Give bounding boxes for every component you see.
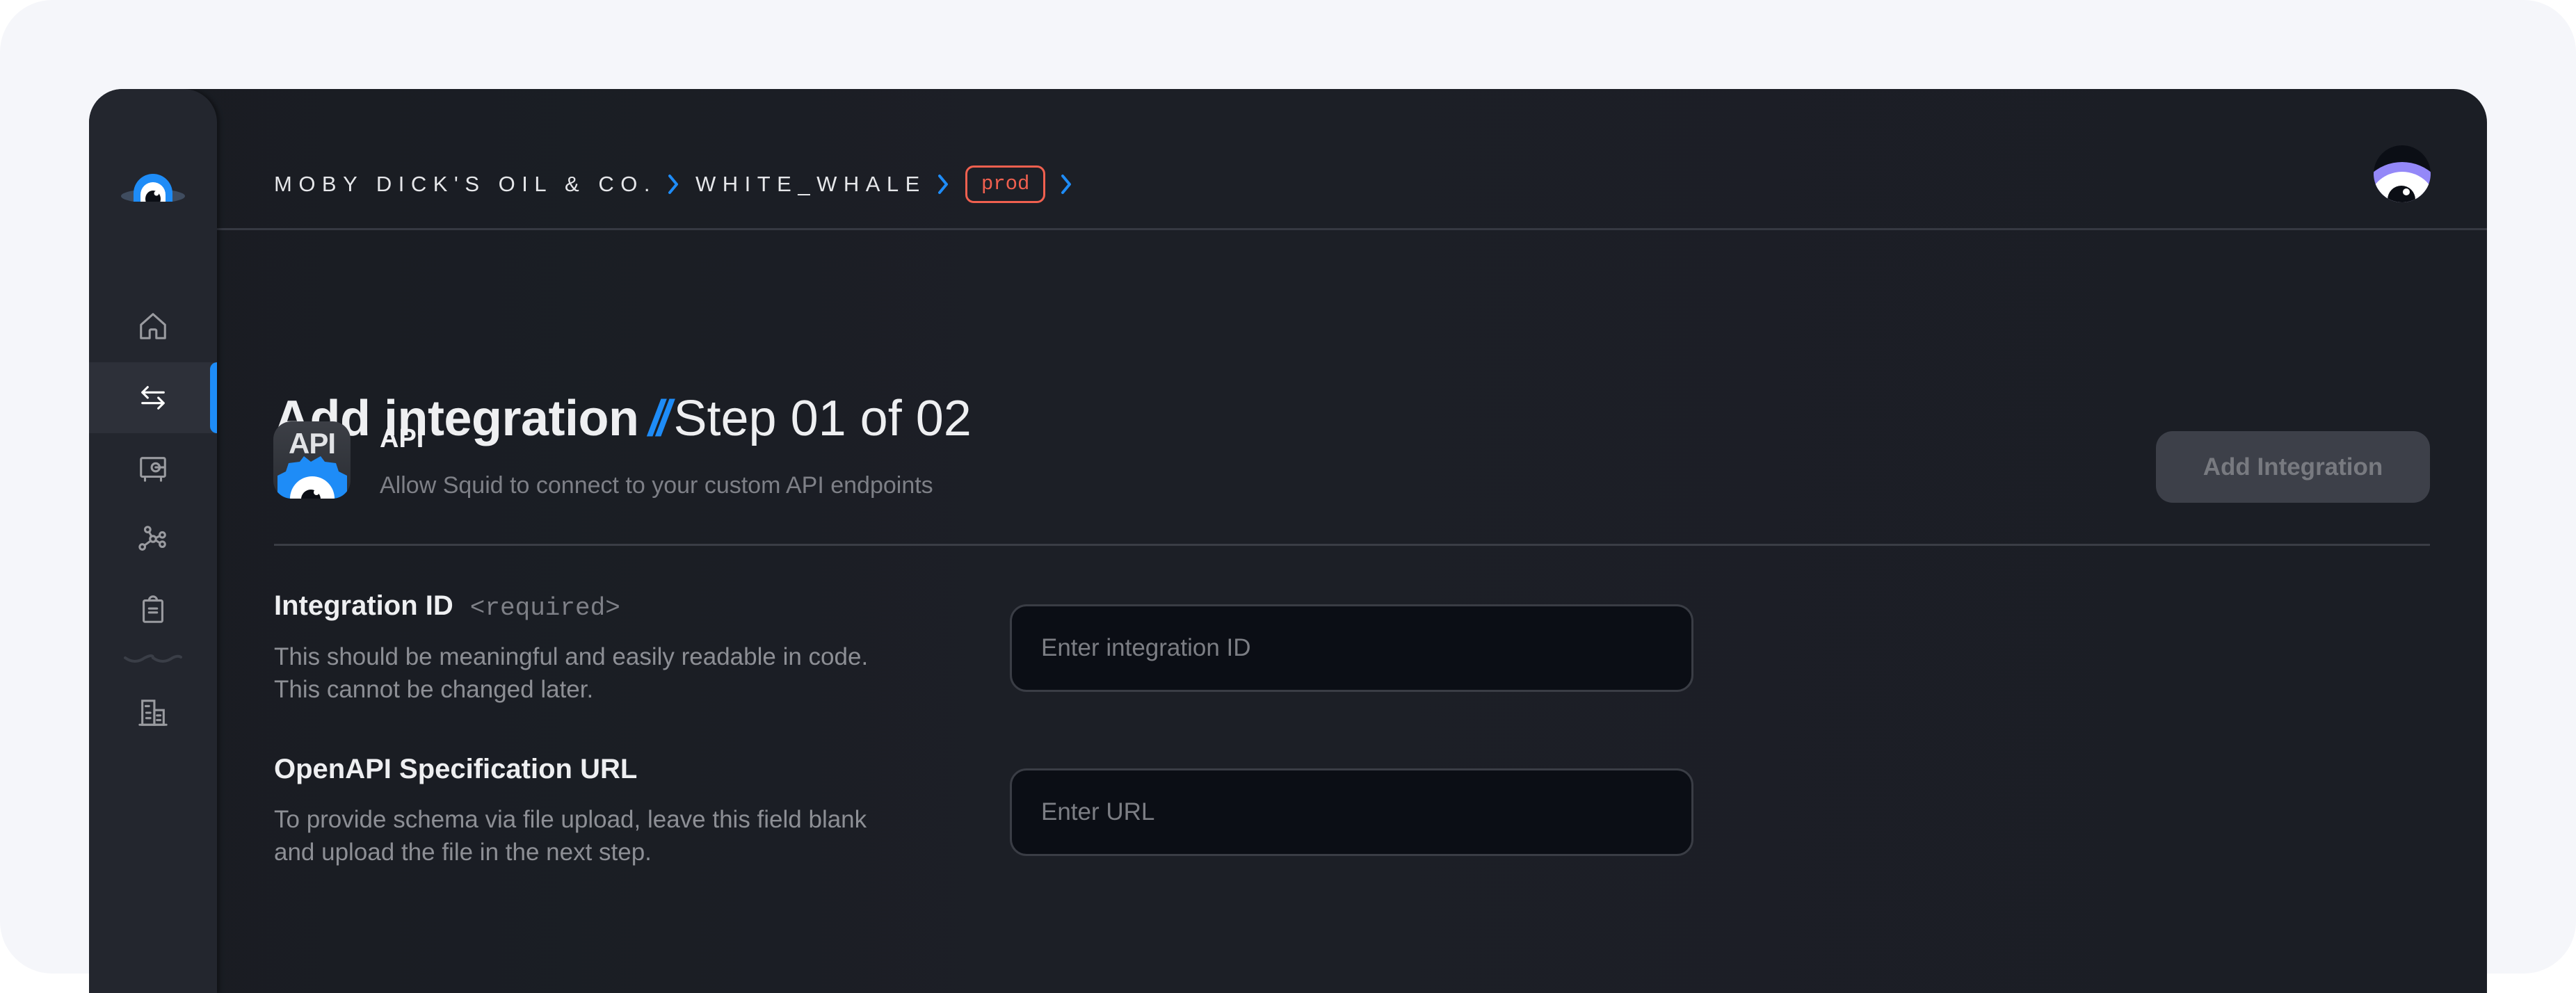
openapi-url-input[interactable]: [1010, 768, 1693, 856]
integration-description: Allow Squid to connect to your custom AP…: [380, 472, 933, 499]
breadcrumb: MOBY DICK'S OIL & CO. WHITE_WHALE prod: [274, 166, 1088, 203]
title-separator: //: [648, 391, 670, 446]
step-indicator: Step 01 of 02: [673, 391, 972, 446]
help-line: To provide schema via file upload, leave…: [274, 806, 867, 833]
integration-id-label: Integration ID <required>: [274, 587, 620, 627]
integration-id-label-text: Integration ID: [274, 590, 453, 621]
openapi-url-help: To provide schema via file upload, leave…: [274, 803, 867, 869]
integration-id-help: This should be meaningful and easily rea…: [274, 640, 868, 706]
chevron-right-icon[interactable]: [1059, 174, 1073, 195]
sidebar: [89, 89, 217, 993]
api-integration-icon: API: [273, 421, 351, 499]
app-window: MOBY DICK'S OIL & CO. WHITE_WHALE prod A: [89, 89, 2487, 993]
sidebar-item-home[interactable]: [89, 291, 217, 362]
network-icon: [138, 526, 166, 551]
environment-badge[interactable]: prod: [965, 166, 1046, 203]
integration-id-input[interactable]: [1010, 604, 1693, 692]
api-icon-text: API: [288, 427, 336, 460]
logo-icon[interactable]: [121, 174, 185, 207]
breadcrumb-organization[interactable]: MOBY DICK'S OIL & CO.: [274, 172, 657, 197]
safe-icon: [140, 457, 166, 482]
active-indicator: [210, 362, 217, 433]
required-tag: <required>: [469, 594, 620, 622]
sidebar-item-integrations[interactable]: [89, 362, 217, 433]
user-avatar[interactable]: [2374, 145, 2431, 202]
clipboard-icon: [143, 595, 163, 623]
chevron-right-icon: [936, 174, 950, 195]
wave-divider: [124, 654, 182, 663]
openapi-url-label: OpenAPI Specification URL: [274, 750, 637, 788]
integration-name: API: [380, 424, 424, 453]
chevron-right-icon: [666, 174, 680, 195]
arrows-left-right-icon: [141, 386, 165, 410]
sidebar-item-secrets[interactable]: [89, 433, 217, 504]
section-divider: [274, 544, 2430, 546]
help-line: This should be meaningful and easily rea…: [274, 643, 869, 670]
header-divider: [217, 228, 2487, 230]
sidebar-item-organization[interactable]: [89, 677, 217, 748]
help-line: and upload the file in the next step.: [274, 839, 652, 866]
sidebar-item-logs[interactable]: [89, 574, 217, 645]
openapi-url-label-text: OpenAPI Specification URL: [274, 754, 638, 784]
page-title: Add integration//Step 01 of 02: [274, 384, 972, 453]
add-integration-button[interactable]: Add Integration: [2156, 431, 2430, 503]
building-icon: [138, 700, 168, 726]
sidebar-item-graph[interactable]: [89, 503, 217, 574]
breadcrumb-application[interactable]: WHITE_WHALE: [695, 172, 926, 197]
home-icon: [140, 313, 166, 339]
help-line: This cannot be changed later.: [274, 676, 594, 703]
